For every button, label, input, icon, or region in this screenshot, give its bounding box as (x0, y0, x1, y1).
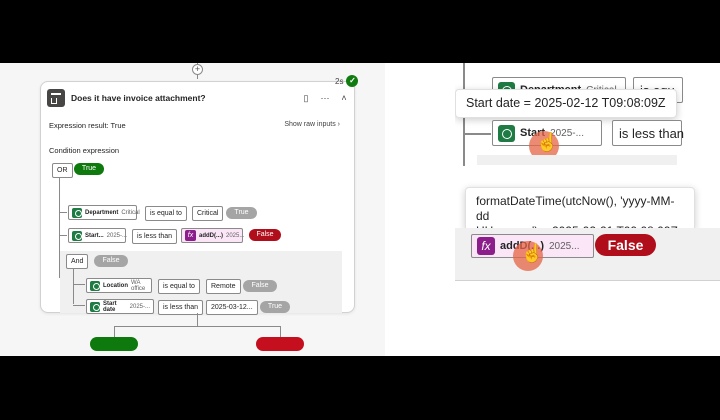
expression-result: Expression result: True (49, 121, 126, 130)
dynamic-token-start-date[interactable]: Start... 2025-... (68, 228, 127, 243)
excel-icon (90, 280, 100, 291)
or-result-badge: True (74, 163, 104, 175)
token-value-tooltip: Start date = 2025-02-12 T09:08:09Z (455, 89, 677, 118)
true-branch-label[interactable] (90, 337, 138, 351)
hand-cursor-icon: ☝ (536, 132, 559, 152)
card-header: Does it have invoice attachment? ▯ ⋯ ˄ (47, 88, 349, 108)
and-result-badge: False (94, 255, 128, 267)
value-field[interactable]: Remote (206, 279, 241, 294)
value-field[interactable]: 2025-03-12... (206, 300, 258, 315)
hand-cursor-icon: ☝ (521, 243, 544, 263)
more-icon[interactable]: ⋯ (320, 93, 330, 103)
condition-card[interactable]: Does it have invoice attachment? ▯ ⋯ ˄ E… (40, 81, 355, 315)
card-title: Does it have invoice attachment? (71, 93, 206, 103)
branch-line (114, 326, 281, 327)
excel-icon (90, 301, 100, 312)
divider (455, 280, 720, 281)
tree-line (73, 284, 85, 285)
dynamic-token-location[interactable]: Location WA office (86, 278, 152, 293)
row-result-badge: False (243, 280, 277, 292)
row-result-badge: True (260, 301, 290, 313)
checkmark-icon: ✓ (346, 75, 359, 87)
run-duration: 2s ✓ (335, 74, 359, 88)
tree-line (463, 133, 491, 135)
operator-select[interactable]: is less than (612, 120, 684, 146)
excel-icon (498, 124, 515, 142)
row-result-badge: False (595, 234, 656, 256)
add-step-icon[interactable]: + (192, 64, 203, 75)
screenshot-canvas: + Does it have invoice attachment? ▯ ⋯ ˄… (0, 63, 720, 356)
show-raw-inputs-link[interactable]: Show raw inputs › (284, 121, 340, 128)
expression-token-adddays[interactable]: fx addD(...) 2025... (181, 228, 244, 243)
panel-icon[interactable]: ▯ (301, 93, 311, 103)
row-result-badge: True (226, 207, 257, 219)
condition-expression-label: Condition expression (49, 146, 120, 155)
and-group (477, 155, 677, 165)
operator-select[interactable]: is less than (132, 229, 178, 244)
and-operator: And (66, 254, 89, 269)
dynamic-token-start-date[interactable]: Start date 2025-... (86, 299, 154, 314)
row-result-badge: False (249, 229, 281, 241)
divider (385, 63, 455, 356)
tree-line (59, 235, 67, 236)
tree-line (73, 305, 85, 306)
zoom-callouts: Department Critical is equ Start date = … (455, 63, 720, 356)
condition-icon (47, 89, 65, 107)
chevron-right-icon: › (337, 121, 340, 128)
value-field[interactable]: Critical (192, 206, 224, 221)
excel-icon (72, 207, 82, 218)
bottom-connector (197, 313, 198, 327)
false-branch-label[interactable] (256, 337, 304, 351)
fx-icon: fx (185, 230, 196, 241)
chevron-up-icon[interactable]: ˄ (339, 93, 349, 103)
fx-icon: fx (477, 237, 495, 255)
operator-select[interactable]: is equal to (145, 206, 187, 221)
expression-tooltip: formatDateTime(utcNow(), 'yyyy-MM-dd HH:… (465, 187, 695, 238)
or-operator: OR (52, 163, 73, 178)
dynamic-token-department[interactable]: Department Critical (68, 205, 140, 220)
operator-select[interactable]: is equal to (158, 279, 200, 294)
excel-icon (72, 230, 82, 241)
flow-designer-canvas: + Does it have invoice attachment? ▯ ⋯ ˄… (0, 63, 385, 356)
tree-line (59, 212, 67, 213)
tree-line (73, 268, 74, 304)
